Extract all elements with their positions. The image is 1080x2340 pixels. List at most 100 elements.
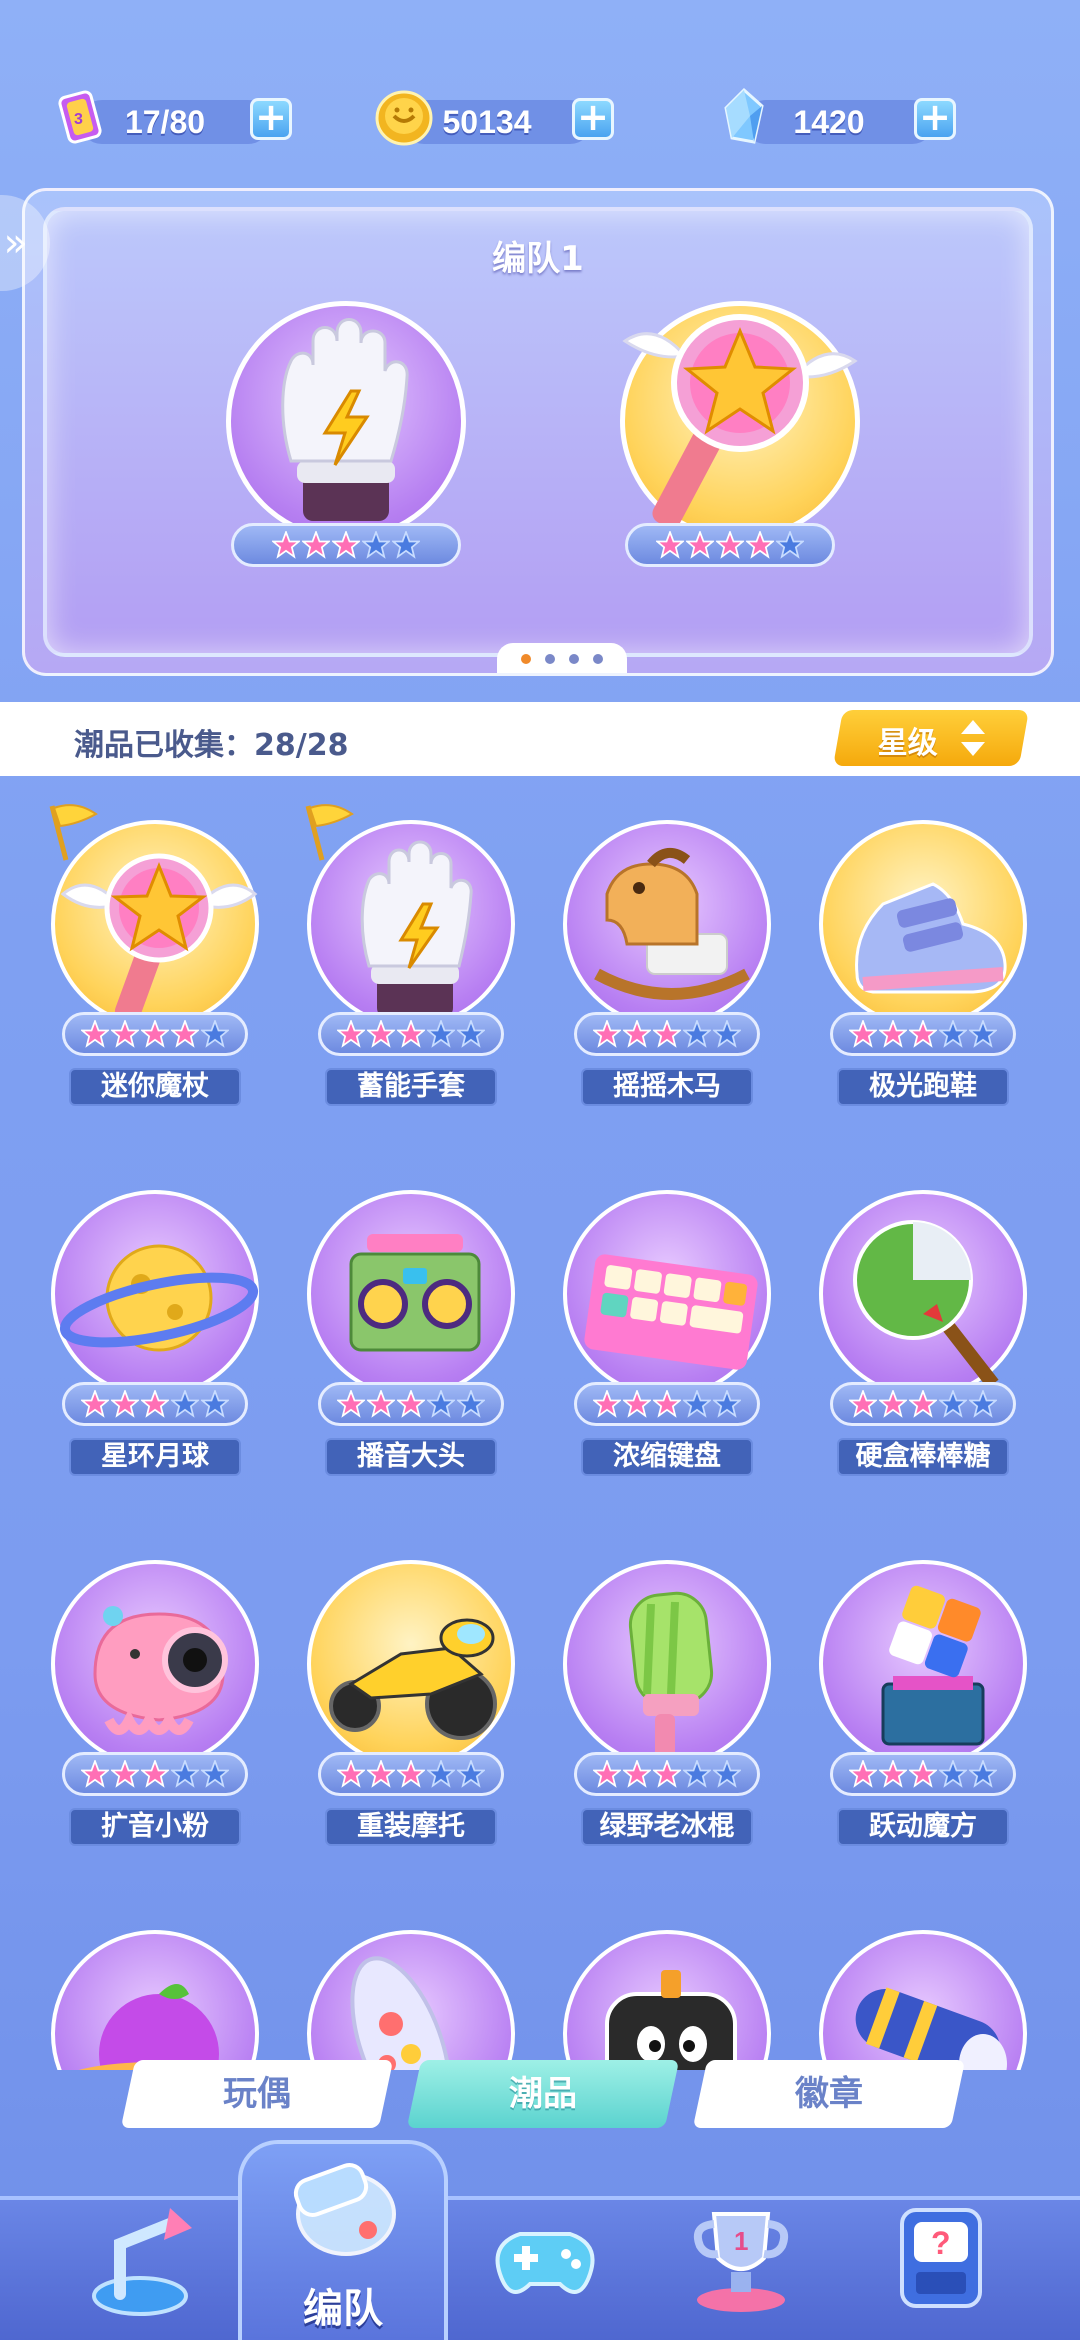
- star-filled-icon: [656, 531, 684, 559]
- star-empty-icon: [939, 1020, 967, 1048]
- star-empty-icon: [457, 1020, 485, 1048]
- tab-badges[interactable]: 徽章: [692, 2060, 966, 2128]
- item-name: 星环月球: [69, 1438, 241, 1476]
- star-filled-icon: [337, 1760, 365, 1788]
- item-name: 浓缩键盘: [581, 1438, 753, 1476]
- star-filled-icon: [909, 1390, 937, 1418]
- item-card[interactable]: 重装摩托: [296, 1540, 526, 1860]
- item-card[interactable]: 硬盒棒棒糖: [808, 1170, 1038, 1490]
- motorcycle-icon: [329, 1618, 497, 1740]
- star-filled-icon: [367, 1760, 395, 1788]
- star-filled-icon: [141, 1390, 169, 1418]
- item-card[interactable]: [808, 1910, 1038, 2070]
- collection-count: 潮品已收集：28/28: [74, 728, 349, 763]
- item-stars: [830, 1752, 1016, 1796]
- star-filled-icon: [849, 1390, 877, 1418]
- nav-ranking[interactable]: 1: [676, 2196, 806, 2316]
- item-icon-frame: [51, 1190, 259, 1398]
- nav-team[interactable]: [276, 2134, 406, 2264]
- item-icon-frame: [563, 1560, 771, 1768]
- page-dot[interactable]: [545, 654, 555, 664]
- star-empty-icon: [201, 1390, 229, 1418]
- boombox-icon: [349, 1234, 481, 1352]
- item-name: 极光跑鞋: [837, 1068, 1009, 1106]
- team-panel: 编队1: [22, 188, 1054, 676]
- item-card[interactable]: 星环月球: [40, 1170, 270, 1490]
- lightning-glove-icon: [281, 318, 409, 521]
- double-chevron-right-icon: »: [3, 220, 28, 266]
- team-slot-2-stars: [625, 523, 835, 567]
- page-dot[interactable]: [593, 654, 603, 664]
- star-filled-icon: [81, 1020, 109, 1048]
- rocking-horse-icon: [594, 848, 750, 1000]
- energy-value: 17/80: [124, 104, 206, 140]
- star-filled-icon: [653, 1390, 681, 1418]
- team-slot-2[interactable]: [615, 301, 865, 571]
- item-stars: [318, 1382, 504, 1426]
- add-energy-button[interactable]: +: [250, 98, 292, 140]
- nav-back[interactable]: [80, 2204, 210, 2324]
- page-dot[interactable]: [569, 654, 579, 664]
- whistle-icon: [293, 2163, 396, 2256]
- star-wand-icon: [622, 314, 858, 529]
- item-name: 播音大头: [325, 1438, 497, 1476]
- svg-text:3: 3: [74, 111, 83, 128]
- star-empty-icon: [969, 1760, 997, 1788]
- star-filled-icon: [653, 1760, 681, 1788]
- sort-by-star-button[interactable]: 星级: [833, 710, 1029, 766]
- star-empty-icon: [457, 1390, 485, 1418]
- tab-dolls[interactable]: 玩偶: [120, 2060, 394, 2128]
- item-icon-frame: [819, 820, 1027, 1028]
- star-empty-icon: [939, 1760, 967, 1788]
- tab-badges-label: 徽章: [795, 2074, 863, 2114]
- item-card[interactable]: 跃动魔方: [808, 1540, 1038, 1860]
- item-name: 摇摇木马: [581, 1068, 753, 1106]
- star-empty-icon: [427, 1760, 455, 1788]
- item-name: 绿野老冰棍: [581, 1808, 753, 1846]
- item-stars: [318, 1012, 504, 1056]
- star-filled-icon: [879, 1760, 907, 1788]
- item-card[interactable]: 播音大头: [296, 1170, 526, 1490]
- item-card[interactable]: 扩音小粉: [40, 1540, 270, 1860]
- nav-mystery[interactable]: ?: [876, 2196, 1006, 2316]
- item-card[interactable]: 迷你魔杖: [40, 800, 270, 1120]
- collection-bar: 潮品已收集：28/28 星级: [0, 702, 1080, 776]
- item-icon-frame: [51, 1930, 259, 2070]
- purple-planet-icon: [78, 1984, 240, 2070]
- star-filled-icon: [141, 1020, 169, 1048]
- item-card[interactable]: 绿野老冰棍: [552, 1540, 782, 1860]
- sort-label: 星级: [877, 726, 938, 761]
- capsule-toy-icon: [350, 1956, 452, 2070]
- ringed-moon-icon: [59, 1244, 259, 1352]
- trophy-icon: 1: [693, 2212, 789, 2312]
- item-card[interactable]: [40, 1910, 270, 2070]
- star-empty-icon: [171, 1760, 199, 1788]
- item-card[interactable]: 浓缩键盘: [552, 1170, 782, 1490]
- item-icon-frame: [307, 1560, 515, 1768]
- star-empty-icon: [683, 1760, 711, 1788]
- tab-trendy-items-label: 潮品: [509, 2074, 577, 2114]
- star-empty-icon: [362, 531, 390, 559]
- item-card[interactable]: 蓄能手套: [296, 800, 526, 1120]
- item-card[interactable]: [296, 1910, 526, 2070]
- star-filled-icon: [593, 1760, 621, 1788]
- popsicle-icon: [628, 1591, 714, 1764]
- star-filled-icon: [397, 1020, 425, 1048]
- team-slot-1[interactable]: [221, 301, 471, 571]
- star-filled-icon: [746, 531, 774, 559]
- star-filled-icon: [623, 1390, 651, 1418]
- page-dot[interactable]: [521, 654, 531, 664]
- add-crystal-button[interactable]: +: [914, 98, 956, 140]
- star-empty-icon: [427, 1390, 455, 1418]
- star-filled-icon: [337, 1020, 365, 1048]
- item-name: 蓄能手套: [325, 1068, 497, 1106]
- team-page-indicator: [497, 643, 627, 673]
- star-empty-icon: [201, 1760, 229, 1788]
- add-coin-button[interactable]: +: [572, 98, 614, 140]
- tab-trendy-items[interactable]: 潮品: [406, 2060, 680, 2128]
- item-card[interactable]: [552, 1910, 782, 2070]
- nav-game[interactable]: [480, 2204, 610, 2324]
- back-arrow-icon: [92, 2208, 192, 2316]
- item-card[interactable]: 极光跑鞋: [808, 800, 1038, 1120]
- item-card[interactable]: 摇摇木马: [552, 800, 782, 1120]
